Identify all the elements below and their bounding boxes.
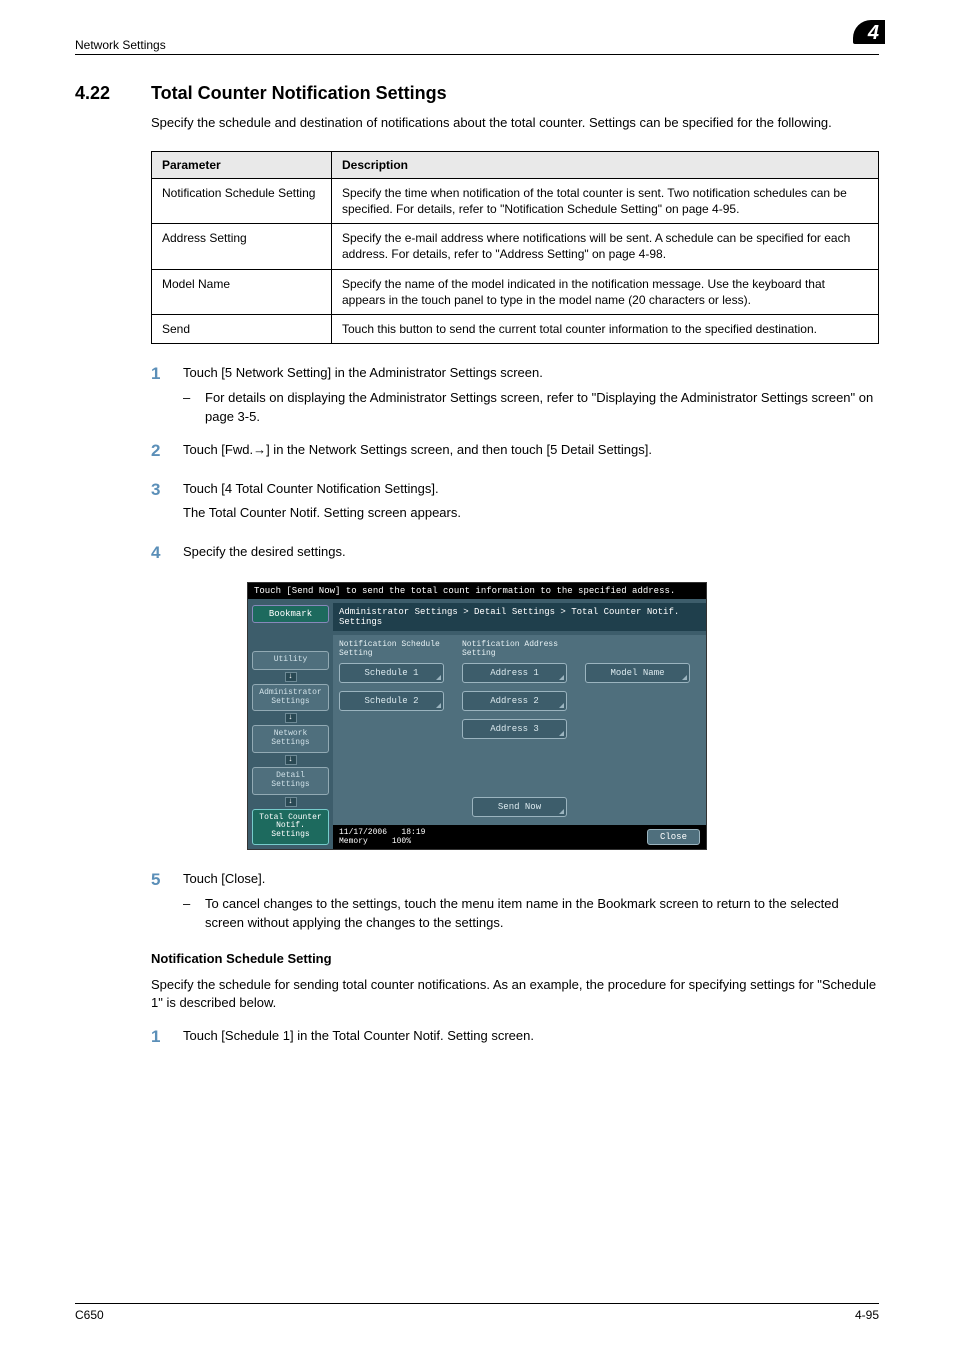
model-name-button[interactable]: Model Name (585, 663, 690, 683)
step-text: The Total Counter Notif. Setting screen … (183, 504, 879, 523)
step: 3 Touch [4 Total Counter Notification Se… (151, 480, 879, 530)
step: 5 Touch [Close]. – To cancel changes to … (151, 870, 879, 933)
step: 2 Touch [Fwd.→] in the Network Settings … (151, 441, 879, 466)
step-number: 4 (151, 543, 169, 568)
section-title: Total Counter Notification Settings (151, 83, 879, 104)
subsection-heading: Notification Schedule Setting (151, 951, 879, 966)
touch-panel-screenshot: Touch [Send Now] to send the total count… (247, 582, 707, 850)
step: 4 Specify the desired settings. (151, 543, 879, 568)
nav-detail-settings[interactable]: Detail Settings (252, 767, 329, 795)
column-header-address: Notification Address Setting (462, 641, 567, 659)
down-arrow-icon: ↓ (285, 755, 297, 765)
close-button[interactable]: Close (647, 829, 700, 845)
param-cell: Model Name (152, 269, 332, 314)
panel-instruction: Touch [Send Now] to send the total count… (248, 583, 706, 599)
address-1-button[interactable]: Address 1 (462, 663, 567, 683)
chapter-number: 4 (868, 22, 879, 45)
sub-bullet-text: For details on displaying the Administra… (205, 389, 879, 427)
schedule-1-button[interactable]: Schedule 1 (339, 663, 444, 683)
step-text: Touch [Close]. (183, 870, 879, 889)
step-text: Touch [5 Network Setting] in the Adminis… (183, 364, 879, 383)
down-arrow-icon: ↓ (285, 672, 297, 682)
step-number: 1 (151, 364, 169, 427)
step-text: Touch [4 Total Counter Notification Sett… (183, 480, 879, 499)
header-section: Network Settings (75, 38, 166, 52)
nav-network-settings[interactable]: Network Settings (252, 725, 329, 753)
address-3-button[interactable]: Address 3 (462, 719, 567, 739)
section-intro: Specify the schedule and destination of … (151, 114, 879, 133)
panel-status: 11/17/2006 18:19 Memory 100% (339, 828, 425, 846)
step: 1 Touch [Schedule 1] in the Total Counte… (151, 1027, 879, 1052)
address-2-button[interactable]: Address 2 (462, 691, 567, 711)
section-heading: 4.22 Total Counter Notification Settings (75, 83, 879, 104)
page-header: Network Settings 4 (75, 30, 879, 55)
footer-page: 4-95 (855, 1308, 879, 1322)
step-number: 5 (151, 870, 169, 933)
desc-cell: Specify the time when notification of th… (332, 178, 879, 223)
param-cell: Address Setting (152, 224, 332, 269)
step-number: 3 (151, 480, 169, 530)
down-arrow-icon: ↓ (285, 797, 297, 807)
bookmark-button[interactable]: Bookmark (252, 605, 329, 623)
sub-bullet-text: To cancel changes to the settings, touch… (205, 895, 879, 933)
step: 1 Touch [5 Network Setting] in the Admin… (151, 364, 879, 427)
desc-cell: Touch this button to send the current to… (332, 314, 879, 343)
panel-breadcrumb: Administrator Settings > Detail Settings… (333, 603, 706, 631)
param-cell: Notification Schedule Setting (152, 178, 332, 223)
parameter-table: Parameter Description Notification Sched… (151, 151, 879, 344)
sub-bullet: – To cancel changes to the settings, tou… (183, 895, 879, 933)
footer-model: C650 (75, 1308, 104, 1322)
nav-total-counter[interactable]: Total Counter Notif. Settings (252, 809, 329, 845)
send-now-button[interactable]: Send Now (472, 797, 567, 817)
schedule-2-button[interactable]: Schedule 2 (339, 691, 444, 711)
step-text: Touch [Schedule 1] in the Total Counter … (183, 1027, 879, 1046)
table-row: Address Setting Specify the e-mail addre… (152, 224, 879, 269)
chapter-badge: 4 (849, 30, 879, 52)
step-number: 2 (151, 441, 169, 466)
param-cell: Send (152, 314, 332, 343)
column-header-schedule: Notification Schedule Setting (339, 641, 444, 659)
sub-bullet: – For details on displaying the Administ… (183, 389, 879, 427)
step-text: Specify the desired settings. (183, 543, 879, 562)
th-description: Description (332, 151, 879, 178)
down-arrow-icon: ↓ (285, 713, 297, 723)
desc-cell: Specify the e-mail address where notific… (332, 224, 879, 269)
table-row: Notification Schedule Setting Specify th… (152, 178, 879, 223)
nav-admin-settings[interactable]: Administrator Settings (252, 684, 329, 712)
step-number: 1 (151, 1027, 169, 1052)
page-footer: C650 4-95 (75, 1303, 879, 1322)
step-text: Touch [Fwd.→] in the Network Settings sc… (183, 441, 879, 460)
desc-cell: Specify the name of the model indicated … (332, 269, 879, 314)
subsection-intro: Specify the schedule for sending total c… (151, 976, 879, 1014)
th-parameter: Parameter (152, 151, 332, 178)
table-row: Send Touch this button to send the curre… (152, 314, 879, 343)
table-row: Model Name Specify the name of the model… (152, 269, 879, 314)
section-number: 4.22 (75, 83, 133, 104)
nav-utility[interactable]: Utility (252, 651, 329, 670)
